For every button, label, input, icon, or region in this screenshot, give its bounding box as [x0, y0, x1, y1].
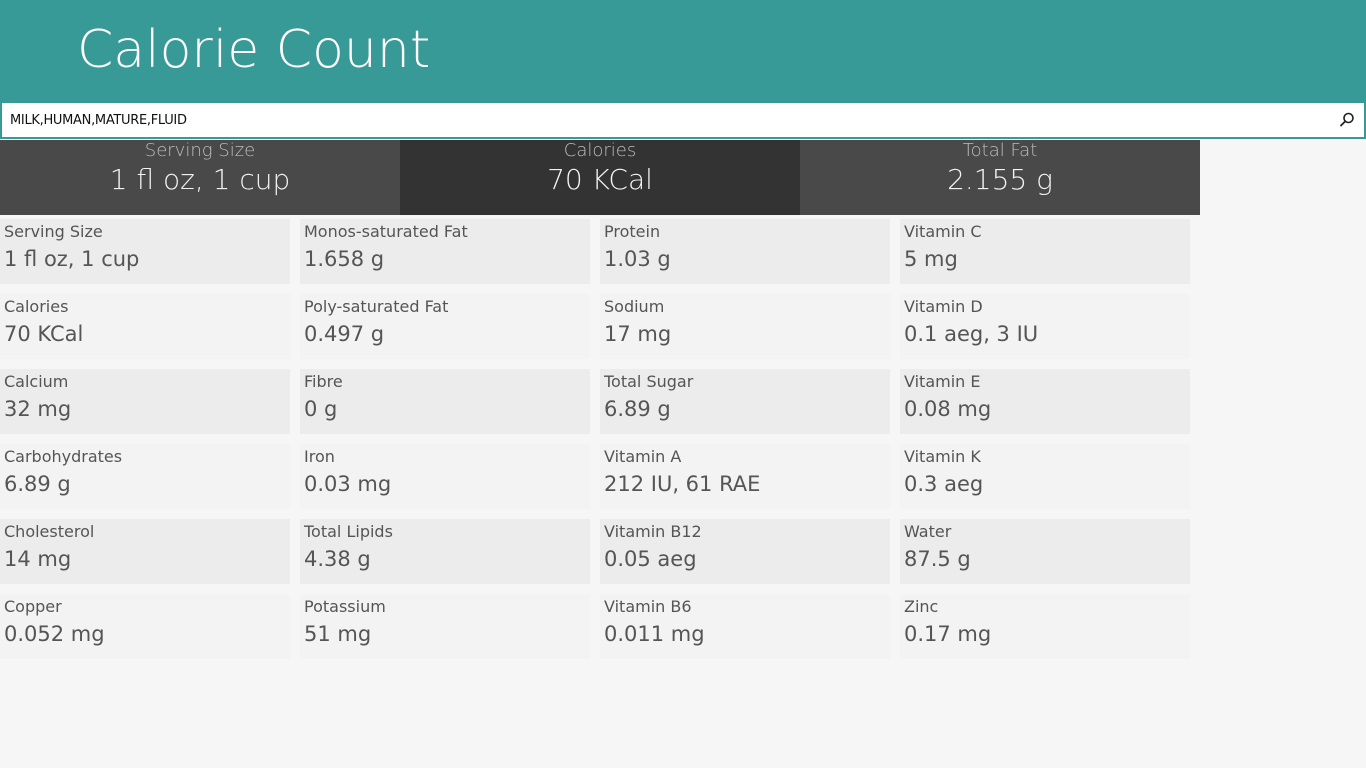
nutrient-label: Vitamin B12	[604, 522, 702, 541]
nutrient-value: 87.5 g	[904, 547, 971, 571]
nutrient-label: Carbohydrates	[4, 447, 123, 466]
nutrient-value: 0.08 mg	[904, 397, 992, 421]
nutrient-tile: Calcium 32 mg	[0, 369, 290, 434]
nutrient-value: 0.497 g	[304, 322, 385, 346]
app-title: Calorie Count	[77, 20, 431, 80]
nutrient-label: Total Sugar	[604, 372, 694, 391]
nutrient-tile: Vitamin K 0.3 aeg	[900, 444, 1190, 509]
nutrient-tile: Total Sugar 6.89 g	[600, 369, 890, 434]
nutrient-label: Protein	[604, 222, 661, 241]
nutrient-value: 51 mg	[304, 622, 372, 646]
nutrient-tile: Serving Size 1 fl oz, 1 cup	[0, 219, 290, 284]
summary-serving-size: Serving Size 1 fl oz, 1 cup	[0, 140, 400, 215]
search-icon	[1340, 112, 1354, 127]
nutrient-tile: Water 87.5 g	[900, 519, 1190, 584]
nutrient-value: 5 mg	[904, 247, 958, 271]
nutrient-tile: Carbohydrates 6.89 g	[0, 444, 290, 509]
nutrient-tile: Fibre 0 g	[300, 369, 590, 434]
nutrient-value: 0.011 mg	[604, 622, 705, 646]
nutrient-tile: Copper 0.052 mg	[0, 594, 290, 659]
summary-value: 2.155 g	[947, 163, 1053, 196]
nutrient-tile: Vitamin B12 0.05 aeg	[600, 519, 890, 584]
nutrient-tile: Iron 0.03 mg	[300, 444, 590, 509]
nutrient-label: Cholesterol	[4, 522, 95, 541]
nutrient-label: Iron	[304, 447, 335, 466]
nutrient-label: Potassium	[304, 597, 386, 616]
nutrient-tile: Vitamin E 0.08 mg	[900, 369, 1190, 434]
nutrient-label: Fibre	[304, 372, 343, 391]
nutrient-value: 212 IU, 61 RAE	[604, 472, 761, 496]
nutrient-tile: Total Lipids 4.38 g	[300, 519, 590, 584]
nutrient-value: 6.89 g	[604, 397, 671, 421]
summary-label: Serving Size	[144, 140, 256, 161]
nutrient-label: Vitamin B6	[604, 597, 692, 616]
nutrient-label: Copper	[4, 597, 62, 616]
nutrient-label: Water	[904, 522, 952, 541]
nutrient-value: 17 mg	[604, 322, 672, 346]
summary-label: Calories	[563, 140, 637, 161]
nutrient-tile: Poly-saturated Fat 0.497 g	[300, 294, 590, 359]
nutrient-label: Calories	[4, 297, 69, 316]
nutrient-label: Vitamin D	[904, 297, 983, 316]
nutrient-value: 32 mg	[4, 397, 72, 421]
nutrient-value: 0.052 mg	[4, 622, 105, 646]
nutrient-label: Total Lipids	[304, 522, 393, 541]
summary-value: 1 fl oz, 1 cup	[109, 163, 291, 196]
search-box[interactable]	[0, 101, 1366, 139]
nutrient-value: 6.89 g	[4, 472, 71, 496]
nutrient-value: 70 KCal	[4, 322, 84, 346]
nutrient-tile: Protein 1.03 g	[600, 219, 890, 284]
nutrient-value: 1 fl oz, 1 cup	[4, 247, 140, 271]
nutrient-tile: Zinc 0.17 mg	[900, 594, 1190, 659]
nutrient-value: 4.38 g	[304, 547, 371, 571]
nutrient-label: Zinc	[904, 597, 939, 616]
nutrient-value: 0.1 aeg, 3 IU	[904, 322, 1039, 346]
nutrient-value: 0.3 aeg	[904, 472, 984, 496]
nutrient-value: 0.03 mg	[304, 472, 392, 496]
nutrient-value: 0.05 aeg	[604, 547, 697, 571]
nutrient-value: 0 g	[304, 397, 338, 421]
nutrient-label: Vitamin A	[604, 447, 682, 466]
nutrient-label: Vitamin E	[904, 372, 981, 391]
nutrient-tile: Cholesterol 14 mg	[0, 519, 290, 584]
nutrient-value: 14 mg	[4, 547, 72, 571]
nutrient-label: Calcium	[4, 372, 69, 391]
nutrient-value: 0.17 mg	[904, 622, 992, 646]
nutrient-label: Sodium	[604, 297, 665, 316]
nutrient-label: Monos-saturated Fat	[304, 222, 468, 241]
search-input[interactable]	[10, 103, 1320, 137]
summary-total-fat: Total Fat 2.155 g	[800, 140, 1200, 215]
summary-value: 70 KCal	[547, 163, 653, 196]
nutrient-label: Poly-saturated Fat	[304, 297, 449, 316]
summary-calories: Calories 70 KCal	[400, 140, 800, 215]
nutrient-tile: Vitamin D 0.1 aeg, 3 IU	[900, 294, 1190, 359]
nutrient-tile: Vitamin B6 0.011 mg	[600, 594, 890, 659]
nutrient-label: Vitamin C	[904, 222, 982, 241]
nutrient-tile: Sodium 17 mg	[600, 294, 890, 359]
nutrient-label: Vitamin K	[904, 447, 981, 466]
nutrient-label: Serving Size	[4, 222, 103, 241]
nutrient-value: 1.03 g	[604, 247, 671, 271]
nutrient-tile: Calories 70 KCal	[0, 294, 290, 359]
nutrient-value: 1.658 g	[304, 247, 385, 271]
nutrient-tile: Vitamin A 212 IU, 61 RAE	[600, 444, 890, 509]
app-header: Calorie Count	[0, 0, 1366, 102]
summary-label: Total Fat	[962, 140, 1038, 161]
nutrient-tile: Potassium 51 mg	[300, 594, 590, 659]
nutrient-tile: Monos-saturated Fat 1.658 g	[300, 219, 590, 284]
nutrient-tile: Vitamin C 5 mg	[900, 219, 1190, 284]
summary-bar: Serving Size 1 fl oz, 1 cup Calories 70 …	[0, 140, 1200, 215]
search-button[interactable]	[1336, 109, 1358, 131]
